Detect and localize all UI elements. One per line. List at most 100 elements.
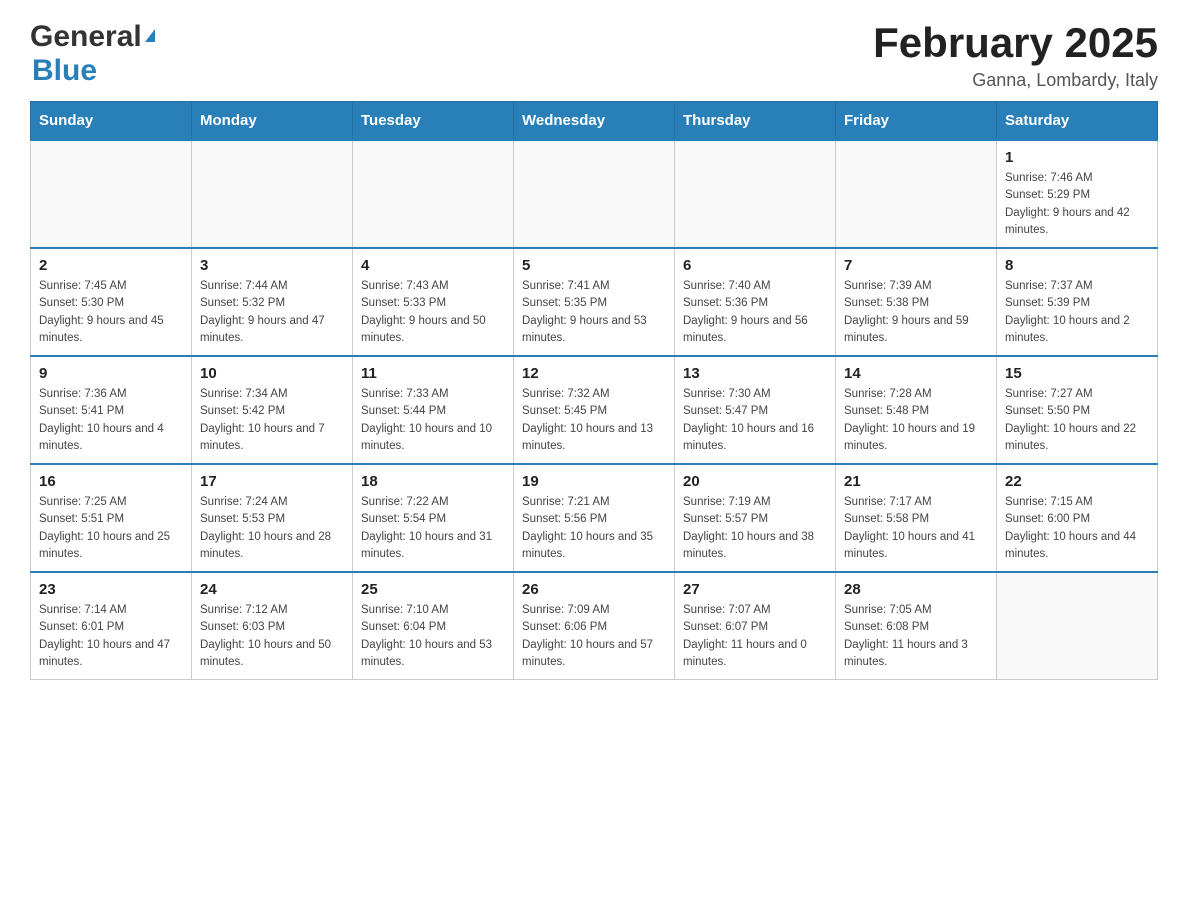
calendar-body: 1 Sunrise: 7:46 AM Sunset: 5:29 PM Daylig… [31, 140, 1158, 680]
day-number: 23 [39, 581, 183, 598]
day-info: Sunrise: 7:37 AM Sunset: 5:39 PM Dayligh… [1005, 278, 1149, 347]
week-row-1: 1 Sunrise: 7:46 AM Sunset: 5:29 PM Daylig… [31, 140, 1158, 248]
week-row-3: 9 Sunrise: 7:36 AM Sunset: 5:41 PM Daylig… [31, 356, 1158, 464]
day-info: Sunrise: 7:39 AM Sunset: 5:38 PM Dayligh… [844, 278, 988, 347]
day-number: 24 [200, 581, 344, 598]
day-number: 27 [683, 581, 827, 598]
location-subtitle: Ganna, Lombardy, Italy [873, 70, 1158, 91]
day-number: 11 [361, 365, 505, 382]
day-number: 2 [39, 257, 183, 274]
day-header-tuesday: Tuesday [353, 102, 514, 141]
day-info: Sunrise: 7:41 AM Sunset: 5:35 PM Dayligh… [522, 278, 666, 347]
day-header-thursday: Thursday [675, 102, 836, 141]
day-info: Sunrise: 7:28 AM Sunset: 5:48 PM Dayligh… [844, 386, 988, 455]
week-row-4: 16 Sunrise: 7:25 AM Sunset: 5:51 PM Dayli… [31, 464, 1158, 572]
day-info: Sunrise: 7:46 AM Sunset: 5:29 PM Dayligh… [1005, 170, 1149, 239]
day-number: 4 [361, 257, 505, 274]
day-info: Sunrise: 7:21 AM Sunset: 5:56 PM Dayligh… [522, 494, 666, 563]
calendar-cell: 27 Sunrise: 7:07 AM Sunset: 6:07 PM Dayli… [675, 572, 836, 680]
day-number: 5 [522, 257, 666, 274]
calendar-cell: 2 Sunrise: 7:45 AM Sunset: 5:30 PM Daylig… [31, 248, 192, 356]
day-number: 22 [1005, 473, 1149, 490]
calendar-cell: 5 Sunrise: 7:41 AM Sunset: 5:35 PM Daylig… [514, 248, 675, 356]
day-header-sunday: Sunday [31, 102, 192, 141]
calendar-cell: 26Sunrise: 7:09 AM Sunset: 6:06 PM Dayli… [514, 572, 675, 680]
day-number: 3 [200, 257, 344, 274]
calendar-cell: 13Sunrise: 7:30 AM Sunset: 5:47 PM Dayli… [675, 356, 836, 464]
logo-line1: General [30, 20, 155, 54]
calendar-cell: 28 Sunrise: 7:05 AM Sunset: 6:08 PM Dayli… [836, 572, 997, 680]
logo-blue-text: Blue [32, 54, 97, 87]
day-number: 25 [361, 581, 505, 598]
day-info: Sunrise: 7:12 AM Sunset: 6:03 PM Dayligh… [200, 602, 344, 671]
day-number: 14 [844, 365, 988, 382]
day-number: 21 [844, 473, 988, 490]
day-info: Sunrise: 7:17 AM Sunset: 5:58 PM Dayligh… [844, 494, 988, 563]
day-number: 12 [522, 365, 666, 382]
day-info: Sunrise: 7:22 AM Sunset: 5:54 PM Dayligh… [361, 494, 505, 563]
calendar-cell: 22Sunrise: 7:15 AM Sunset: 6:00 PM Dayli… [997, 464, 1158, 572]
calendar-cell: 12 Sunrise: 7:32 AM Sunset: 5:45 PM Dayli… [514, 356, 675, 464]
calendar-cell [836, 140, 997, 248]
calendar-cell: 23 Sunrise: 7:14 AM Sunset: 6:01 PM Dayli… [31, 572, 192, 680]
calendar-cell: 11 Sunrise: 7:33 AM Sunset: 5:44 PM Dayli… [353, 356, 514, 464]
calendar-cell: 21 Sunrise: 7:17 AM Sunset: 5:58 PM Dayli… [836, 464, 997, 572]
day-number: 28 [844, 581, 988, 598]
calendar-cell: 15 Sunrise: 7:27 AM Sunset: 5:50 PM Dayli… [997, 356, 1158, 464]
calendar-cell: 6Sunrise: 7:40 AM Sunset: 5:36 PM Daylig… [675, 248, 836, 356]
day-info: Sunrise: 7:33 AM Sunset: 5:44 PM Dayligh… [361, 386, 505, 455]
day-number: 20 [683, 473, 827, 490]
day-number: 10 [200, 365, 344, 382]
logo: General Blue [30, 20, 155, 88]
day-info: Sunrise: 7:34 AM Sunset: 5:42 PM Dayligh… [200, 386, 344, 455]
day-number: 15 [1005, 365, 1149, 382]
day-info: Sunrise: 7:05 AM Sunset: 6:08 PM Dayligh… [844, 602, 988, 671]
title-section: February 2025 Ganna, Lombardy, Italy [873, 20, 1158, 91]
calendar-table: SundayMondayTuesdayWednesdayThursdayFrid… [30, 101, 1158, 680]
week-row-2: 2 Sunrise: 7:45 AM Sunset: 5:30 PM Daylig… [31, 248, 1158, 356]
day-info: Sunrise: 7:40 AM Sunset: 5:36 PM Dayligh… [683, 278, 827, 347]
calendar-cell: 19Sunrise: 7:21 AM Sunset: 5:56 PM Dayli… [514, 464, 675, 572]
calendar-cell: 16 Sunrise: 7:25 AM Sunset: 5:51 PM Dayli… [31, 464, 192, 572]
day-info: Sunrise: 7:32 AM Sunset: 5:45 PM Dayligh… [522, 386, 666, 455]
day-info: Sunrise: 7:14 AM Sunset: 6:01 PM Dayligh… [39, 602, 183, 671]
calendar-header: SundayMondayTuesdayWednesdayThursdayFrid… [31, 102, 1158, 141]
day-info: Sunrise: 7:44 AM Sunset: 5:32 PM Dayligh… [200, 278, 344, 347]
day-header-friday: Friday [836, 102, 997, 141]
month-title: February 2025 [873, 20, 1158, 66]
week-row-5: 23 Sunrise: 7:14 AM Sunset: 6:01 PM Dayli… [31, 572, 1158, 680]
logo-line2: Blue [30, 54, 97, 88]
day-info: Sunrise: 7:36 AM Sunset: 5:41 PM Dayligh… [39, 386, 183, 455]
calendar-cell: 17 Sunrise: 7:24 AM Sunset: 5:53 PM Dayli… [192, 464, 353, 572]
day-info: Sunrise: 7:27 AM Sunset: 5:50 PM Dayligh… [1005, 386, 1149, 455]
day-number: 26 [522, 581, 666, 598]
calendar-cell: 4 Sunrise: 7:43 AM Sunset: 5:33 PM Daylig… [353, 248, 514, 356]
day-number: 1 [1005, 149, 1149, 166]
calendar-cell [997, 572, 1158, 680]
day-info: Sunrise: 7:24 AM Sunset: 5:53 PM Dayligh… [200, 494, 344, 563]
day-info: Sunrise: 7:19 AM Sunset: 5:57 PM Dayligh… [683, 494, 827, 563]
day-number: 16 [39, 473, 183, 490]
page-header: General Blue February 2025 Ganna, Lombar… [30, 20, 1158, 91]
calendar-cell [31, 140, 192, 248]
day-number: 8 [1005, 257, 1149, 274]
day-info: Sunrise: 7:25 AM Sunset: 5:51 PM Dayligh… [39, 494, 183, 563]
day-info: Sunrise: 7:43 AM Sunset: 5:33 PM Dayligh… [361, 278, 505, 347]
day-header-saturday: Saturday [997, 102, 1158, 141]
day-number: 9 [39, 365, 183, 382]
day-header-monday: Monday [192, 102, 353, 141]
day-info: Sunrise: 7:45 AM Sunset: 5:30 PM Dayligh… [39, 278, 183, 347]
calendar-cell: 24 Sunrise: 7:12 AM Sunset: 6:03 PM Dayli… [192, 572, 353, 680]
calendar-cell: 10 Sunrise: 7:34 AM Sunset: 5:42 PM Dayli… [192, 356, 353, 464]
calendar-cell [192, 140, 353, 248]
calendar-cell: 8 Sunrise: 7:37 AM Sunset: 5:39 PM Daylig… [997, 248, 1158, 356]
day-info: Sunrise: 7:07 AM Sunset: 6:07 PM Dayligh… [683, 602, 827, 671]
calendar-cell: 20 Sunrise: 7:19 AM Sunset: 5:57 PM Dayli… [675, 464, 836, 572]
calendar-cell: 7Sunrise: 7:39 AM Sunset: 5:38 PM Daylig… [836, 248, 997, 356]
calendar-cell: 9 Sunrise: 7:36 AM Sunset: 5:41 PM Daylig… [31, 356, 192, 464]
day-number: 17 [200, 473, 344, 490]
calendar-cell [675, 140, 836, 248]
calendar-cell: 18Sunrise: 7:22 AM Sunset: 5:54 PM Dayli… [353, 464, 514, 572]
day-info: Sunrise: 7:30 AM Sunset: 5:47 PM Dayligh… [683, 386, 827, 455]
day-header-wednesday: Wednesday [514, 102, 675, 141]
